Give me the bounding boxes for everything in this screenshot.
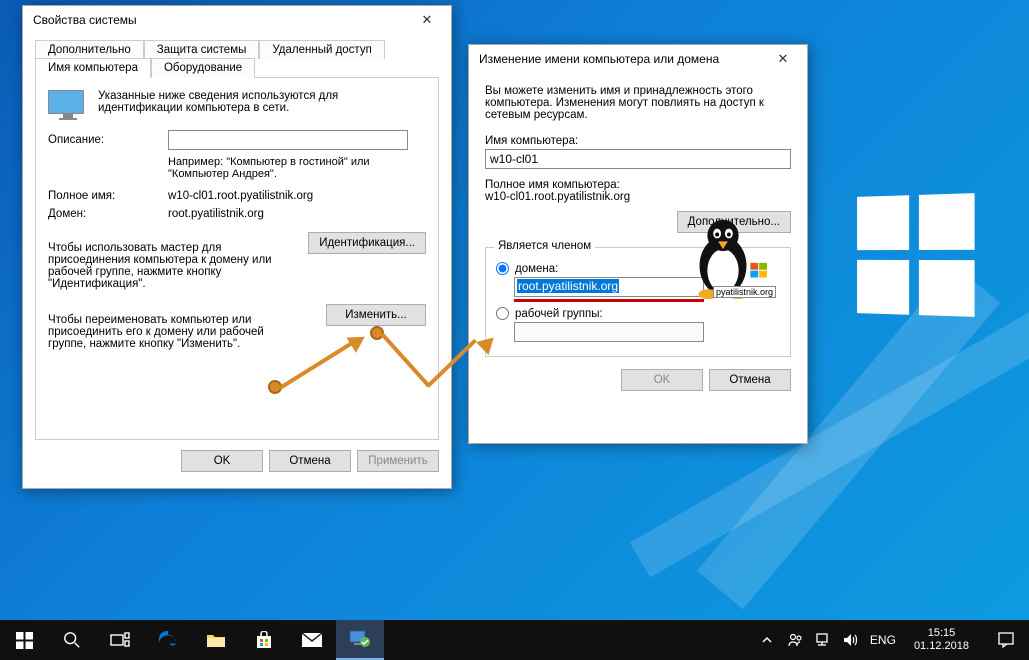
watermark-image: pyatilistnik.org bbox=[668, 212, 778, 300]
cancel-button[interactable]: Отмена bbox=[269, 450, 351, 472]
clock-time: 15:15 bbox=[914, 627, 969, 640]
domain-value: root.pyatilistnik.org bbox=[168, 208, 426, 220]
ok-button[interactable]: OK bbox=[621, 369, 703, 391]
taskbar[interactable]: ENG 15:15 01.12.2018 bbox=[0, 620, 1029, 660]
system-properties-taskbar-icon[interactable] bbox=[336, 620, 384, 660]
desktop-windows-logo bbox=[857, 193, 974, 317]
ok-button[interactable]: OK bbox=[181, 450, 263, 472]
tray-chevron-up-icon[interactable] bbox=[758, 636, 776, 644]
fullname-label: Полное имя: bbox=[48, 190, 168, 202]
people-icon[interactable] bbox=[786, 632, 804, 648]
member-of-legend: Является членом bbox=[494, 240, 595, 252]
wizard-text: Чтобы использовать мастер для присоедине… bbox=[48, 242, 288, 290]
language-indicator[interactable]: ENG bbox=[870, 633, 896, 647]
system-tray[interactable]: ENG 15:15 01.12.2018 bbox=[758, 620, 1029, 660]
tab-remote[interactable]: Удаленный доступ bbox=[259, 40, 384, 59]
full-name-label: Полное имя компьютера: bbox=[485, 179, 791, 191]
mail-icon[interactable] bbox=[288, 620, 336, 660]
workgroup-radio[interactable] bbox=[496, 307, 509, 320]
domain-radio[interactable] bbox=[496, 262, 509, 275]
identification-button[interactable]: Идентификация... bbox=[308, 232, 426, 254]
close-button[interactable]: ✕ bbox=[407, 7, 447, 33]
task-view-icon[interactable] bbox=[96, 620, 144, 660]
tab-computer-name[interactable]: Имя компьютера bbox=[35, 58, 151, 78]
tab-hardware[interactable]: Оборудование bbox=[151, 58, 255, 78]
action-center-icon[interactable] bbox=[987, 620, 1025, 660]
change-name-dialog: Изменение имени компьютера или домена ✕ … bbox=[468, 44, 808, 444]
intro-text: Указанные ниже сведения используются для… bbox=[98, 90, 398, 114]
volume-icon[interactable] bbox=[842, 633, 860, 647]
watermark-text: pyatilistnik.org bbox=[713, 286, 776, 298]
clock-date: 01.12.2018 bbox=[914, 640, 969, 653]
description-hint: Например: "Компьютер в гостиной" или "Ко… bbox=[168, 156, 426, 180]
description-label: Описание: bbox=[48, 134, 168, 146]
clock[interactable]: 15:15 01.12.2018 bbox=[906, 627, 977, 653]
dialog-title: Изменение имени компьютера или домена bbox=[479, 52, 763, 66]
intro-text: Вы можете изменить имя и принадлежность … bbox=[485, 85, 791, 121]
change-button[interactable]: Изменить... bbox=[326, 304, 426, 326]
titlebar[interactable]: Изменение имени компьютера или домена ✕ bbox=[469, 45, 807, 73]
computer-name-label: Имя компьютера: bbox=[485, 135, 791, 147]
titlebar[interactable]: Свойства системы ✕ bbox=[23, 6, 451, 34]
close-button[interactable]: ✕ bbox=[763, 46, 803, 72]
system-properties-dialog: Свойства системы ✕ Дополнительно Защита … bbox=[22, 5, 452, 489]
rename-text: Чтобы переименовать компьютер или присое… bbox=[48, 314, 288, 350]
workgroup-input[interactable] bbox=[514, 322, 704, 342]
cancel-button[interactable]: Отмена bbox=[709, 369, 791, 391]
apply-button[interactable]: Применить bbox=[357, 450, 439, 472]
description-input[interactable] bbox=[168, 130, 408, 150]
tab-protection[interactable]: Защита системы bbox=[144, 40, 260, 59]
edge-icon[interactable] bbox=[144, 620, 192, 660]
computer-name-input[interactable] bbox=[485, 149, 791, 169]
domain-input-selection: root.pyatilistnik.org bbox=[517, 279, 619, 293]
search-icon[interactable] bbox=[48, 620, 96, 660]
workgroup-radio-label: рабочей группы: bbox=[515, 308, 603, 320]
dialog-title: Свойства системы bbox=[33, 13, 407, 27]
computer-icon bbox=[48, 90, 88, 120]
domain-radio-label: домена: bbox=[515, 263, 558, 275]
file-explorer-icon[interactable] bbox=[192, 620, 240, 660]
tab-advanced[interactable]: Дополнительно bbox=[35, 40, 144, 59]
store-icon[interactable] bbox=[240, 620, 288, 660]
start-button[interactable] bbox=[0, 620, 48, 660]
full-name-value: w10-cl01.root.pyatilistnik.org bbox=[485, 191, 791, 203]
domain-label: Домен: bbox=[48, 208, 168, 220]
fullname-value: w10-cl01.root.pyatilistnik.org bbox=[168, 190, 426, 202]
network-icon[interactable] bbox=[814, 633, 832, 647]
